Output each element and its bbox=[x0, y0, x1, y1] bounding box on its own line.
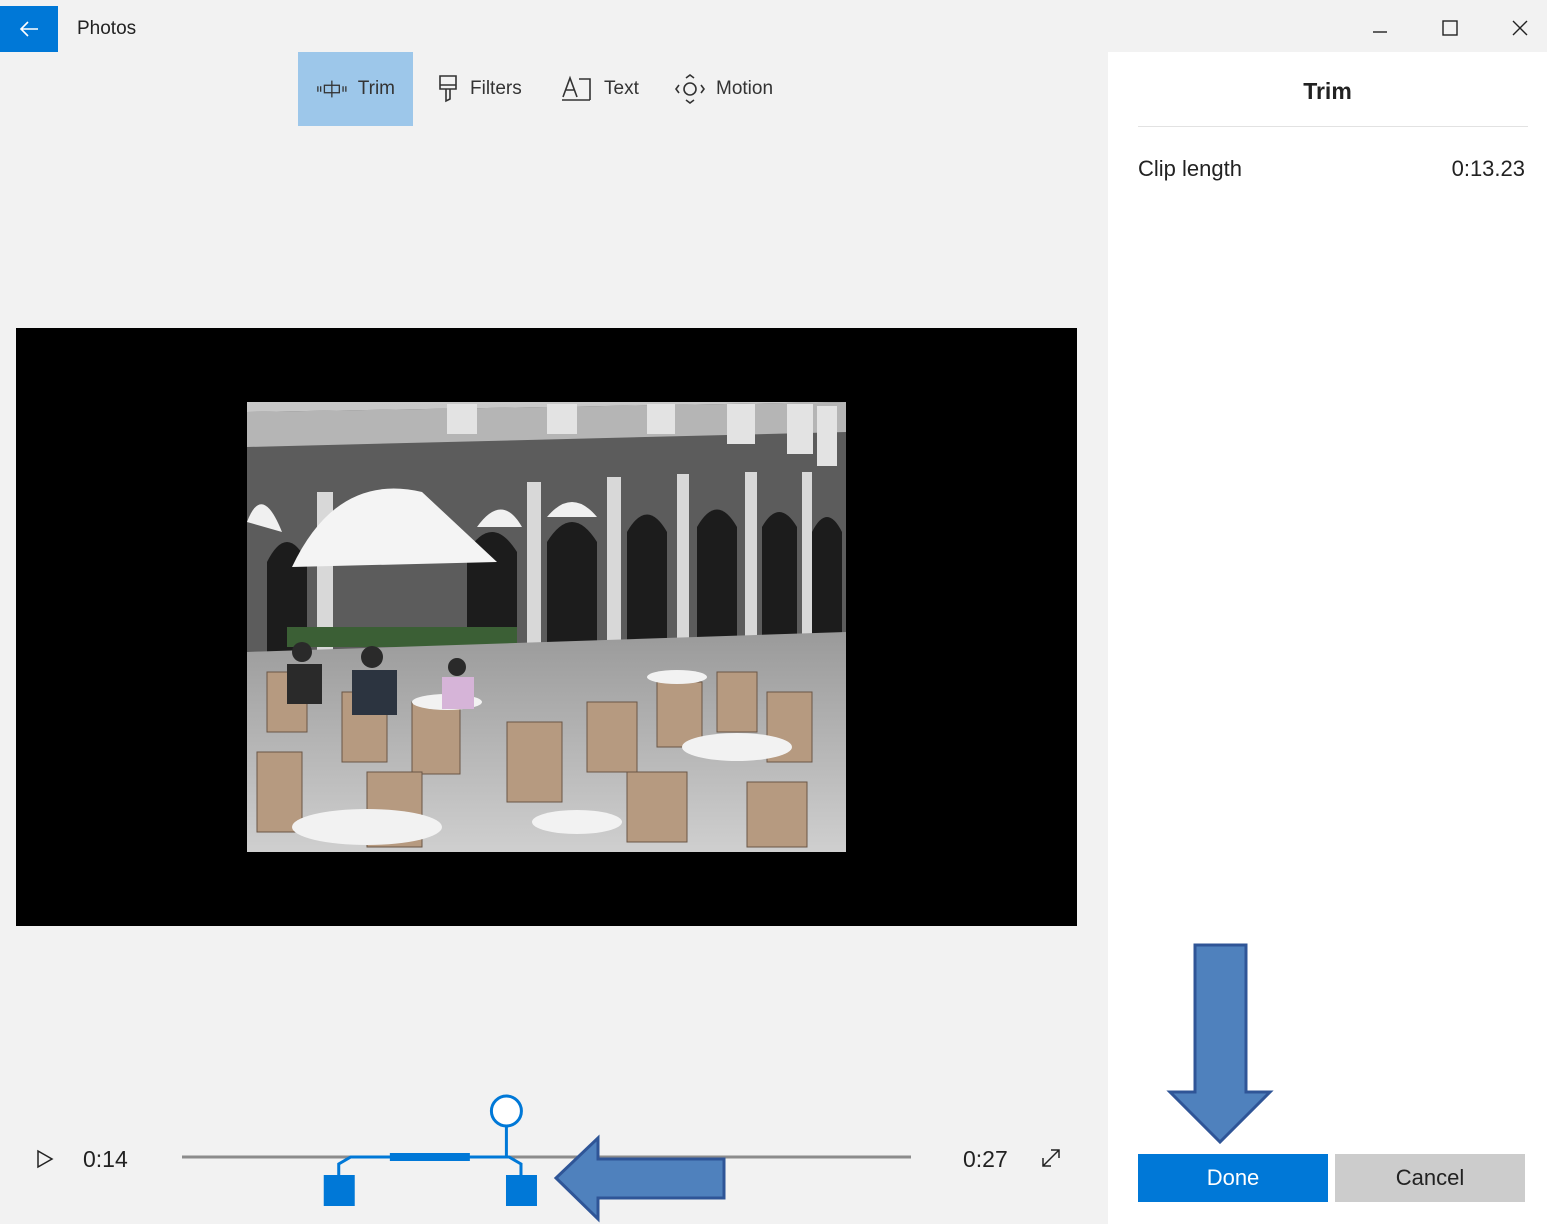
play-button[interactable] bbox=[30, 1142, 60, 1176]
expand-icon bbox=[1042, 1149, 1060, 1167]
end-time: 0:27 bbox=[963, 1146, 1008, 1172]
trim-selected-range bbox=[337, 1155, 523, 1187]
motion-icon bbox=[675, 74, 705, 104]
photos-app-window: Photos Trim Filters Text Motion 0:14 0:2… bbox=[0, 0, 1547, 1224]
trim-icon bbox=[317, 80, 347, 98]
done-button[interactable]: Done bbox=[1138, 1154, 1328, 1202]
tab-text-label: Text bbox=[604, 78, 639, 99]
close-button[interactable] bbox=[1500, 12, 1540, 44]
tab-motion[interactable]: Motion bbox=[656, 52, 791, 126]
panel-divider bbox=[1138, 126, 1528, 127]
current-time: 0:14 bbox=[83, 1146, 128, 1172]
maximize-icon bbox=[1442, 20, 1458, 36]
back-arrow-icon bbox=[19, 21, 38, 37]
playhead-handle[interactable] bbox=[489, 1094, 523, 1128]
trim-start-handle[interactable] bbox=[323, 1175, 355, 1206]
tab-text[interactable]: Text bbox=[542, 52, 657, 126]
app-title: Photos bbox=[77, 18, 137, 39]
annotation-arrow-left bbox=[553, 1134, 726, 1223]
trim-panel: Trim Clip length 0:13.23 Done Cancel bbox=[1108, 52, 1547, 1224]
trim-range-grip[interactable] bbox=[389, 1153, 470, 1161]
back-button[interactable] bbox=[0, 6, 58, 52]
tab-trim-label: Trim bbox=[357, 78, 395, 99]
clip-length-value: 0:13.23 bbox=[1451, 156, 1525, 181]
filters-brush-icon bbox=[439, 75, 457, 103]
close-icon bbox=[1512, 20, 1528, 36]
video-preview bbox=[16, 328, 1077, 926]
panel-title: Trim bbox=[1303, 78, 1352, 104]
tab-filters-label: Filters bbox=[470, 78, 522, 99]
video-frame-image bbox=[247, 402, 846, 852]
maximize-button[interactable] bbox=[1430, 12, 1470, 44]
play-icon bbox=[37, 1149, 54, 1169]
minimize-button[interactable] bbox=[1360, 12, 1400, 44]
clip-length-label: Clip length bbox=[1138, 156, 1242, 181]
expand-button[interactable] bbox=[1035, 1142, 1067, 1174]
cancel-button[interactable]: Cancel bbox=[1335, 1154, 1525, 1202]
text-icon bbox=[562, 75, 591, 101]
trim-timeline bbox=[182, 1094, 911, 1206]
tab-filters[interactable]: Filters bbox=[418, 52, 540, 126]
tab-motion-label: Motion bbox=[716, 78, 774, 99]
title-bar: Photos bbox=[0, 0, 1547, 52]
tab-trim[interactable]: Trim bbox=[298, 52, 413, 126]
trim-end-handle[interactable] bbox=[505, 1175, 537, 1206]
minimize-icon bbox=[1373, 31, 1387, 33]
